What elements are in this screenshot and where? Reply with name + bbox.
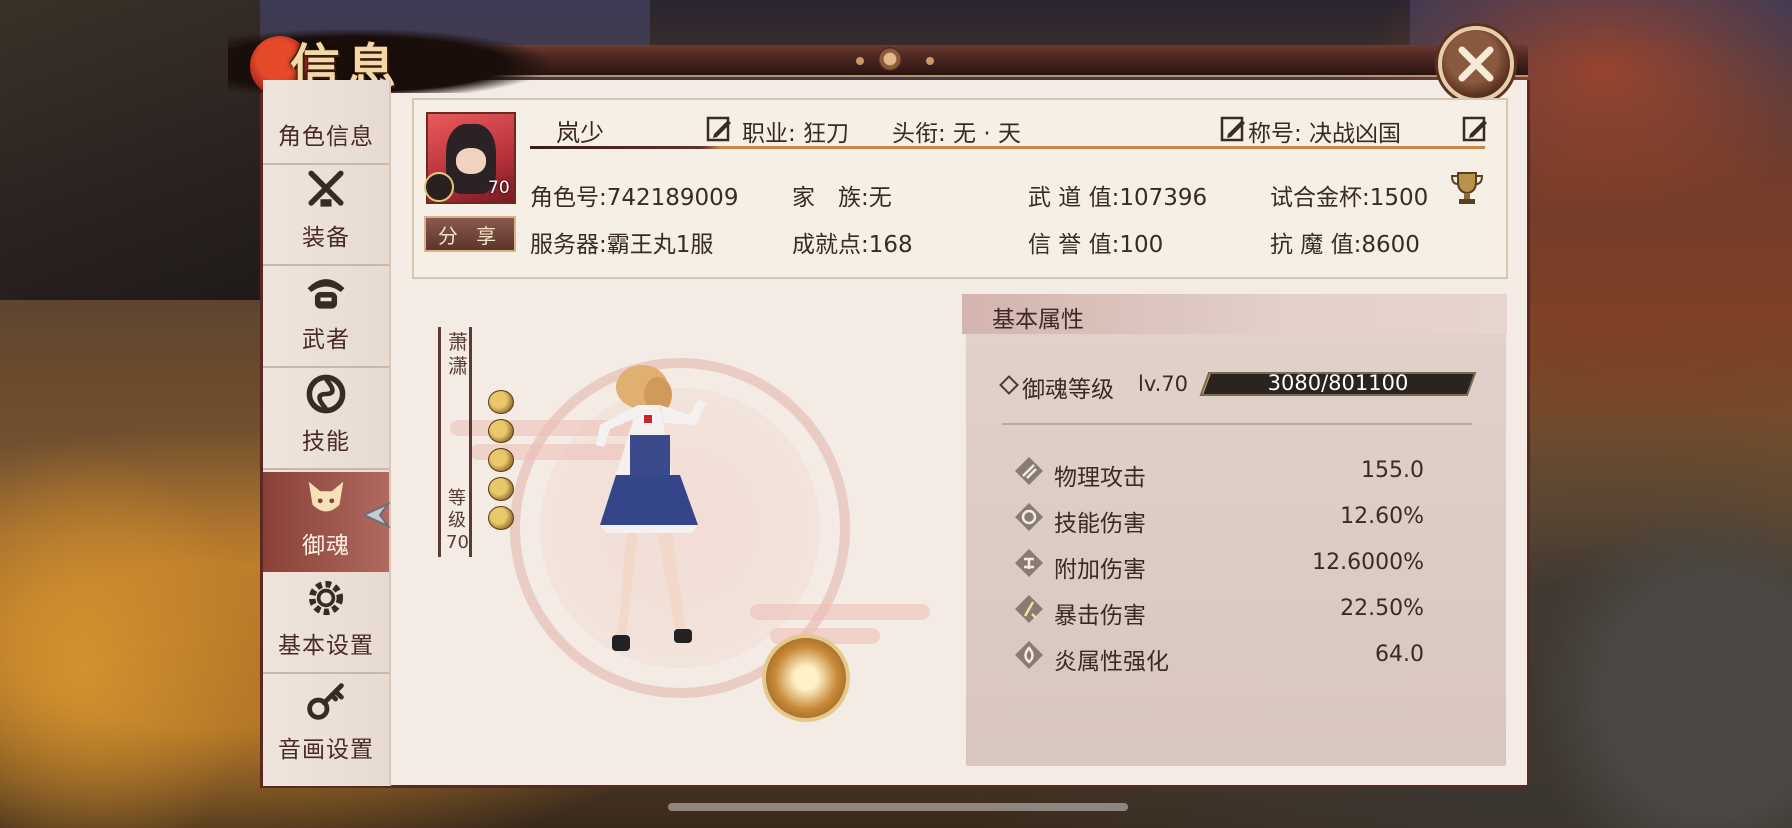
stat-row: 附加伤害 12.6000% <box>1014 544 1424 584</box>
soul-level-value: lv.70 <box>1138 372 1189 396</box>
soul-exp-value: 3080/801100 <box>1267 371 1409 395</box>
character-model[interactable] <box>580 365 720 685</box>
job-text: 职业: 狂刀 <box>742 121 850 147</box>
close-icon <box>1458 46 1494 82</box>
edit-job-icon[interactable] <box>706 116 732 142</box>
trial-cup-text: 试合金杯:1500 <box>1270 185 1429 211</box>
stat-name: 技能伤害 <box>1054 511 1146 537</box>
server-text: 服务器:霸王丸1服 <box>530 232 714 258</box>
swords-icon <box>308 170 344 207</box>
key-icon <box>307 683 344 720</box>
frame-ornament-icon <box>878 47 902 71</box>
stat-name: 物理攻击 <box>1054 465 1146 491</box>
achievement-text: 成就点:168 <box>792 232 913 258</box>
background-leaves <box>0 428 270 828</box>
stat-value: 12.60% <box>1340 504 1424 529</box>
avatar-level: 70 <box>488 178 510 198</box>
edit-icon[interactable] <box>1462 116 1488 142</box>
attack-icon <box>1015 457 1043 485</box>
sidebar-item-label: 御魂 <box>302 533 350 559</box>
coin-icon <box>488 506 514 530</box>
decor-stripe <box>750 604 930 620</box>
samurai-helmet-icon <box>307 279 345 309</box>
stat-name: 暴击伤害 <box>1054 603 1146 629</box>
stat-value: 12.6000% <box>1312 550 1424 575</box>
soul-avatar-button[interactable] <box>762 634 850 722</box>
divider <box>1002 423 1472 425</box>
sidebar-item-label: 角色信息 <box>278 124 374 150</box>
stat-name: 炎属性强化 <box>1054 649 1169 675</box>
stat-value: 155.0 <box>1361 458 1424 483</box>
share-button[interactable]: 分 享 <box>424 216 516 252</box>
sidebar: 角色信息 装备 武者 技能 御魂 基本设置 音画设置 <box>263 80 391 786</box>
family-text: 家 族:无 <box>792 185 892 211</box>
frame-ornament-dot <box>856 57 864 65</box>
trophy-icon <box>1450 172 1484 204</box>
active-tab-arrow-icon <box>362 502 390 528</box>
stat-name: 附加伤害 <box>1054 557 1146 583</box>
coin-icon <box>488 390 514 414</box>
fox-spirit-icon <box>308 481 344 512</box>
fire-icon <box>1015 641 1043 669</box>
coin-icon <box>488 477 514 501</box>
sidebar-item-label: 基本设置 <box>278 633 374 659</box>
rank-title-text: 头衔: 无 · 天 <box>892 121 1021 147</box>
sidebar-item-samurai[interactable]: 武者 <box>263 268 389 368</box>
extra-damage-icon <box>1015 549 1043 577</box>
player-name: 岚少 <box>556 119 604 147</box>
martial-value-text: 武 道 值:107396 <box>1028 185 1208 211</box>
sidebar-item-av-settings[interactable]: 音画设置 <box>263 676 389 776</box>
sidebar-item-label: 装备 <box>302 225 350 251</box>
sidebar-item-label: 武者 <box>302 327 350 353</box>
nickname-text: 称号: 决战凶国 <box>1248 121 1402 147</box>
background-rock <box>1532 498 1792 828</box>
honor-value-text: 信 誉 值:100 <box>1028 232 1164 258</box>
sidebar-item-label: 音画设置 <box>278 737 374 763</box>
coin-icon <box>488 448 514 472</box>
avatar-face <box>456 148 486 174</box>
stat-row: 暴击伤害 22.50% <box>1014 590 1424 630</box>
skill-damage-icon <box>1015 503 1043 531</box>
coin-icon <box>488 419 514 443</box>
stat-value: 64.0 <box>1375 642 1424 667</box>
sidebar-item-equipment[interactable]: 装备 <box>263 166 389 266</box>
stat-value: 22.50% <box>1340 596 1424 621</box>
crit-damage-icon <box>1015 595 1043 623</box>
demon-resist-text: 抗 魔 值:8600 <box>1270 232 1420 258</box>
stat-row: 技能伤害 12.60% <box>1014 498 1424 538</box>
edit-nickname-icon[interactable] <box>1220 116 1246 142</box>
role-id-text: 角色号:742189009 <box>530 185 739 211</box>
soul-level-label: 御魂等级 <box>1022 377 1114 403</box>
sidebar-item-basic-settings[interactable]: 基本设置 <box>263 574 389 674</box>
character-vertical-name: 萧潇 <box>448 330 468 378</box>
stat-row: 物理攻击 155.0 <box>1014 452 1424 492</box>
close-button[interactable] <box>1438 26 1514 102</box>
stat-row: 炎属性强化 64.0 <box>1014 636 1424 676</box>
gear-icon <box>308 580 344 616</box>
frame-ornament-dot <box>926 57 934 65</box>
sidebar-item-character-info[interactable]: 角色信息 <box>263 80 389 165</box>
attributes-title: 基本属性 <box>992 307 1084 333</box>
sidebar-item-skills[interactable]: 技能 <box>263 370 389 470</box>
sidebar-item-label: 技能 <box>302 429 350 455</box>
level-badge-icon <box>424 172 454 202</box>
home-indicator[interactable] <box>668 803 1128 811</box>
character-vertical-level: 等级70 <box>446 488 469 553</box>
swirl-icon <box>306 374 346 414</box>
